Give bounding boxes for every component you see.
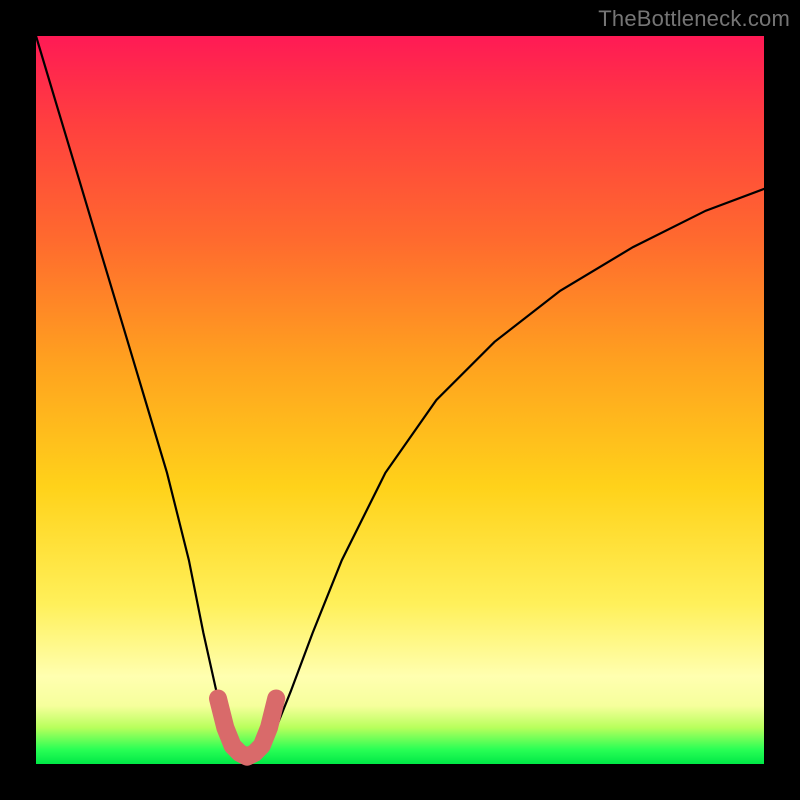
bottom-highlight: [218, 699, 276, 757]
chart-frame: TheBottleneck.com: [0, 0, 800, 800]
curve-layer: [36, 36, 764, 764]
watermark-text: TheBottleneck.com: [598, 6, 790, 32]
bottleneck-curve: [36, 36, 764, 757]
plot-area: [36, 36, 764, 764]
